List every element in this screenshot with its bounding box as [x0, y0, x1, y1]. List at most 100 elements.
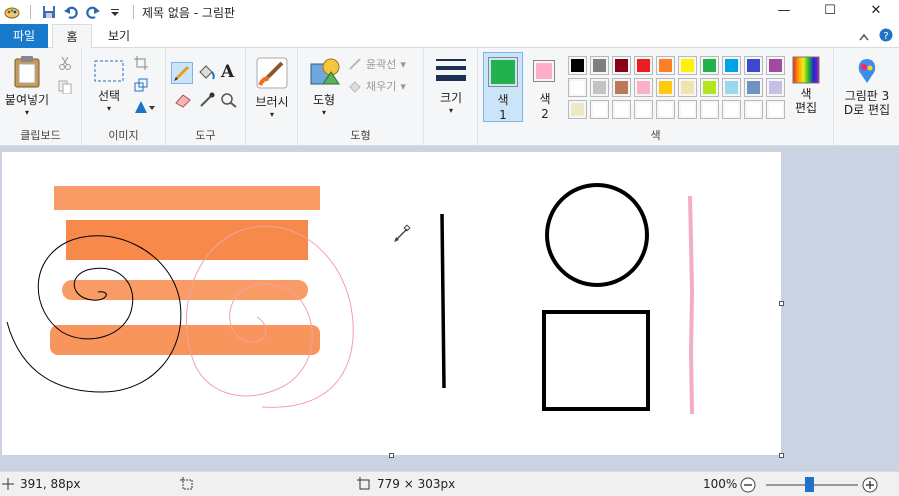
text-tool[interactable]: A: [221, 62, 234, 82]
zoom-out-icon: [740, 477, 756, 493]
zoom-in-icon: [862, 477, 878, 493]
palette-swatch[interactable]: [700, 78, 719, 97]
orange-oil-stroke: [50, 325, 320, 355]
tools-group-label: 도구: [195, 129, 216, 142]
palette-swatch[interactable]: [656, 100, 675, 119]
zoom-out-button[interactable]: [740, 477, 756, 496]
palette-swatch[interactable]: [722, 56, 741, 75]
eraser-tool[interactable]: [174, 92, 192, 111]
palette-swatch[interactable]: [612, 100, 631, 119]
color1-button[interactable]: 색 1: [483, 52, 523, 122]
zoom-in-button[interactable]: [862, 477, 878, 496]
palette-swatch[interactable]: [612, 78, 631, 97]
window-title: 제목 없음 - 그림판: [142, 5, 236, 20]
customize-quick-access-icon[interactable]: [107, 4, 123, 20]
tab-file[interactable]: 파일: [0, 24, 48, 48]
close-button[interactable]: ✕: [853, 0, 899, 20]
palette-swatch[interactable]: [678, 78, 697, 97]
palette-swatch[interactable]: [766, 78, 785, 97]
help-icon[interactable]: ?: [879, 28, 893, 45]
redo-icon[interactable]: [85, 4, 101, 20]
size-label: 크기: [439, 91, 463, 105]
tab-view[interactable]: 보기: [96, 24, 142, 48]
colors-group-label: 색: [650, 129, 661, 142]
palette-swatch[interactable]: [678, 56, 697, 75]
orange-crayon-stroke-1: [54, 186, 320, 210]
minimize-button[interactable]: —: [761, 0, 807, 20]
palette-swatch[interactable]: [634, 56, 653, 75]
pencil-tool[interactable]: [171, 62, 193, 84]
palette-swatch[interactable]: [590, 56, 609, 75]
palette-swatch[interactable]: [590, 100, 609, 119]
select-button[interactable]: 선택 ▾: [90, 58, 128, 113]
select-label: 선택: [97, 89, 121, 103]
edit-with-paint3d-button[interactable]: 그림판 3 D로 편집: [838, 56, 896, 117]
crop-icon[interactable]: [134, 56, 148, 73]
orange-marker-stroke: [66, 220, 308, 260]
palette-swatch[interactable]: [700, 56, 719, 75]
paste-button[interactable]: 붙여넣기 ▾: [4, 54, 50, 117]
cut-icon[interactable]: [58, 56, 72, 73]
palette-swatch[interactable]: [590, 78, 609, 97]
canvas-size-text: 779 × 303px: [377, 477, 456, 491]
color2-button[interactable]: 색 2: [528, 52, 562, 122]
canvas-resize-handle-right[interactable]: [779, 301, 784, 306]
maximize-button[interactable]: ☐: [807, 0, 853, 20]
color-picker-icon: [200, 92, 215, 107]
palette-swatch[interactable]: [656, 56, 675, 75]
fill-button[interactable]: 채우기 ▾: [348, 78, 406, 94]
tab-home[interactable]: 홈: [52, 24, 92, 49]
shapes-button[interactable]: 도형 ▾: [304, 56, 344, 117]
drawing-canvas[interactable]: [2, 152, 781, 455]
clipboard-group: 붙여넣기 ▾ 클립보드: [0, 48, 82, 146]
title-bar: 제목 없음 - 그림판 — ☐ ✕: [0, 0, 899, 24]
canvas-resize-handle-corner[interactable]: [779, 453, 784, 458]
pink-vertical-line: [688, 195, 695, 415]
outline-button[interactable]: 윤곽선 ▾: [348, 56, 406, 72]
rotate-icon[interactable]: [134, 100, 156, 117]
palette-swatch[interactable]: [634, 78, 653, 97]
collapse-ribbon-icon[interactable]: [859, 30, 869, 44]
outline-icon: [349, 58, 361, 70]
palette-swatch[interactable]: [744, 56, 763, 75]
palette-swatch[interactable]: [766, 56, 785, 75]
palette-swatch[interactable]: [744, 100, 763, 119]
paint-app-icon[interactable]: [4, 4, 20, 20]
resize-icon[interactable]: [134, 78, 148, 95]
save-icon[interactable]: [41, 4, 57, 20]
image-group: 선택 ▾ 이미지: [82, 48, 166, 146]
palette-swatch[interactable]: [678, 100, 697, 119]
fill-bucket-tool[interactable]: [196, 63, 216, 86]
copy-icon[interactable]: [58, 80, 72, 97]
palette-swatch[interactable]: [766, 100, 785, 119]
size-icon: [436, 59, 466, 81]
palette-swatch[interactable]: [612, 56, 631, 75]
paste-icon: [14, 56, 40, 88]
palette-swatch[interactable]: [568, 100, 587, 119]
canvas-resize-handle-bottom[interactable]: [389, 453, 394, 458]
brushes-button[interactable]: 브러시 ▾: [252, 56, 292, 119]
magnifier-tool[interactable]: [220, 92, 238, 111]
palette-swatch[interactable]: [568, 56, 587, 75]
palette-swatch[interactable]: [722, 100, 741, 119]
fill-label: 채우기: [366, 80, 397, 93]
brushes-label: 브러시: [255, 95, 289, 109]
black-square-shape: [542, 310, 650, 411]
paint3d-label: 그림판 3: [844, 89, 890, 103]
colors-group: 색 1 색 2 색 편집 색: [478, 48, 834, 146]
edit-colors-button[interactable]: 색 편집: [788, 56, 824, 115]
palette-swatch[interactable]: [656, 78, 675, 97]
svg-text:?: ?: [883, 31, 888, 42]
palette-swatch[interactable]: [744, 78, 763, 97]
clipboard-group-label: 클립보드: [20, 129, 61, 142]
zoom-slider-thumb[interactable]: [805, 477, 814, 492]
palette-swatch[interactable]: [634, 100, 653, 119]
zoom-level: 100%: [703, 477, 737, 491]
palette-swatch[interactable]: [722, 78, 741, 97]
color-picker-tool[interactable]: [198, 92, 216, 111]
undo-icon[interactable]: [63, 4, 79, 20]
palette-swatch[interactable]: [700, 100, 719, 119]
black-vertical-line: [440, 213, 446, 389]
palette-swatch[interactable]: [568, 78, 587, 97]
size-button[interactable]: 크기 ▾: [432, 56, 470, 115]
